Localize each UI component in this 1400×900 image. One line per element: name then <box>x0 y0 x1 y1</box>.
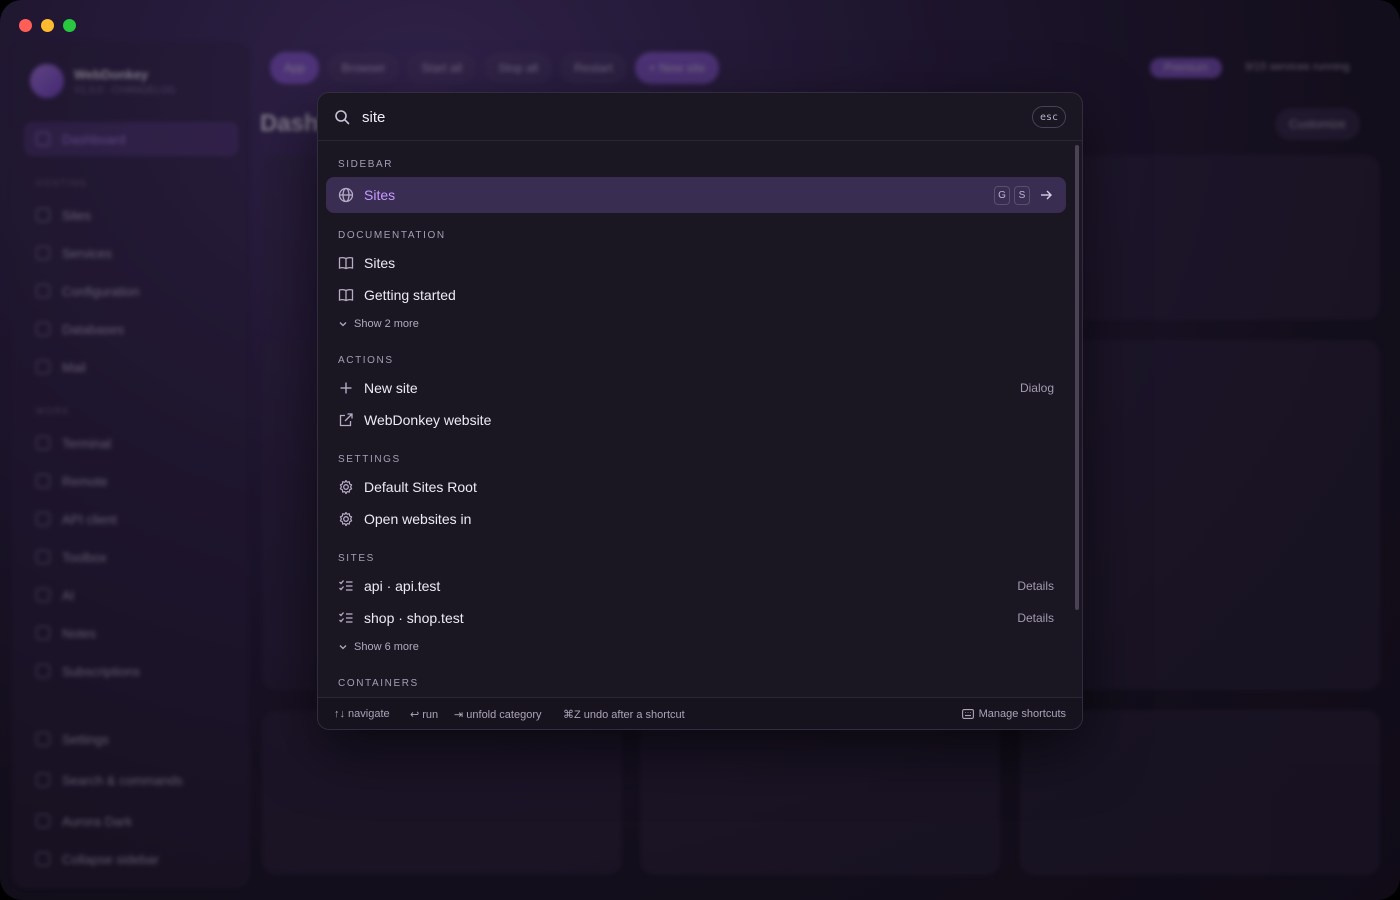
show-more-documentation[interactable]: Show 2 more <box>338 318 419 330</box>
show-more-label: Show 2 more <box>354 318 419 330</box>
result-site-shop[interactable]: shop · shop.test Details <box>326 603 1066 633</box>
globe-icon <box>338 187 354 203</box>
result-hint: Details <box>1017 579 1054 593</box>
book-icon <box>338 257 354 270</box>
show-more-label: Show 6 more <box>354 641 419 653</box>
palette-search-input[interactable] <box>362 105 1022 129</box>
command-palette: esc SIDEBAR Sites G S DOCUMENTATION Site… <box>317 92 1083 730</box>
result-label: WebDonkey website <box>364 412 492 428</box>
result-hint: Dialog <box>1019 381 1054 395</box>
plus-icon <box>340 382 352 394</box>
gear-icon <box>339 511 353 527</box>
result-label: Open websites in <box>364 511 472 527</box>
section-documentation: DOCUMENTATION <box>338 230 446 241</box>
palette-results: SIDEBAR Sites G S DOCUMENTATION Sites Ge… <box>318 142 1076 698</box>
result-label: Default Sites Root <box>364 479 477 495</box>
checklist-icon <box>339 612 353 623</box>
book-icon <box>338 289 354 302</box>
section-sidebar: SIDEBAR <box>338 159 394 170</box>
palette-footer: ↑↓ navigate ↩ run ⇥ unfold category ⌘Z u… <box>318 697 1082 729</box>
result-action-new-site[interactable]: New site Dialog <box>326 373 1066 403</box>
close-window-button[interactable] <box>19 19 32 32</box>
result-doc-getting-started[interactable]: Getting started <box>326 280 1066 310</box>
zoom-window-button[interactable] <box>63 19 76 32</box>
result-action-website[interactable]: WebDonkey website <box>326 405 1066 435</box>
section-sites: SITES <box>338 553 375 564</box>
checklist-icon <box>339 580 353 591</box>
hint-unfold: ⇥ unfold category <box>454 709 542 721</box>
hint-undo: ⌘Z undo after a shortcut <box>563 709 685 721</box>
app-window: WebDonkey V1.0.0 · CHANGELOG Dashboard H… <box>0 0 1400 900</box>
chevron-down-icon <box>339 645 347 650</box>
section-actions: ACTIONS <box>338 355 394 366</box>
search-icon <box>335 110 350 125</box>
result-hint: Details <box>1017 611 1054 625</box>
arrow-right-icon <box>1041 190 1052 200</box>
result-label: Sites <box>364 187 396 203</box>
result-setting-default-root[interactable]: Default Sites Root <box>326 472 1066 502</box>
result-label: shop · shop.test <box>364 610 464 626</box>
show-more-sites[interactable]: Show 6 more <box>338 641 419 653</box>
minimize-window-button[interactable] <box>41 19 54 32</box>
section-containers: CONTAINERS <box>338 678 419 689</box>
palette-search-row: esc <box>318 93 1082 141</box>
gear-icon <box>339 479 353 495</box>
hint-run: ↩ run <box>410 709 439 721</box>
result-setting-open-websites[interactable]: Open websites in <box>326 504 1066 534</box>
result-sidebar-sites[interactable]: Sites G S <box>326 177 1066 213</box>
chevron-down-icon <box>339 322 347 327</box>
result-label: api · api.test <box>364 578 441 594</box>
window-controls <box>19 19 76 32</box>
result-site-api[interactable]: api · api.test Details <box>326 571 1066 601</box>
manage-shortcuts-link[interactable]: Manage shortcuts <box>961 708 1066 720</box>
external-link-icon <box>339 413 353 427</box>
manage-shortcuts-label: Manage shortcuts <box>978 708 1066 720</box>
result-label: Sites <box>364 255 396 271</box>
section-settings: SETTINGS <box>338 454 401 465</box>
hint-navigate: ↑↓ navigate <box>334 708 390 720</box>
palette-scrollbar[interactable] <box>1075 145 1079 610</box>
result-label: Getting started <box>364 287 456 303</box>
result-doc-sites[interactable]: Sites <box>326 248 1066 278</box>
result-label: New site <box>364 380 418 396</box>
shortcut-key-s: S <box>1014 186 1030 205</box>
keyboard-icon <box>961 709 974 719</box>
shortcut-key-g: G <box>994 186 1010 205</box>
esc-key-badge[interactable]: esc <box>1031 106 1066 128</box>
